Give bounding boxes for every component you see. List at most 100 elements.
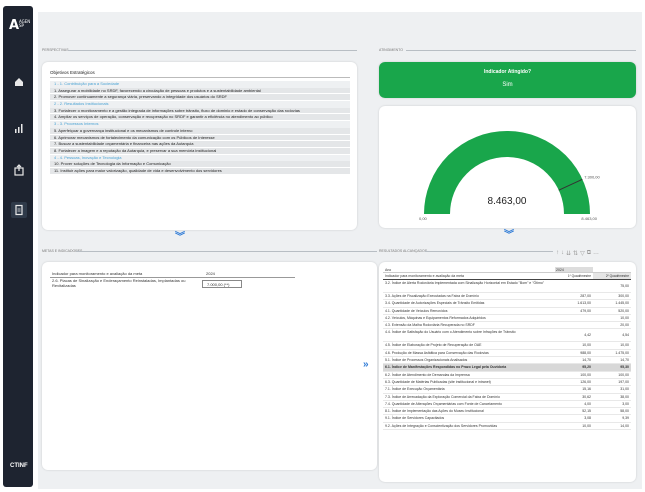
table-row[interactable]: 7.4. Quantidade de Alterações Orçamentár…: [383, 401, 631, 409]
value-q1: 479,00: [580, 308, 591, 313]
table-row[interactable]: 4.5. Índice de Elaboração de Projeto de …: [383, 342, 631, 350]
nav-home[interactable]: [11, 74, 27, 90]
value-q1: 95,20: [582, 365, 591, 370]
value-q2: 10,00: [620, 315, 629, 320]
export-icon: [14, 164, 24, 176]
objective-item[interactable]: 7. Buscar a sustentabilidade orçamentári…: [50, 141, 350, 148]
value-q2: 1.475,00: [615, 350, 629, 355]
value-q1: 988,00: [580, 350, 591, 355]
brand-label: CTINF: [10, 463, 28, 469]
objective-item[interactable]: 3. Fortalecer o monitoramento e a gestão…: [50, 107, 350, 115]
table-row[interactable]: 4.3. Extensão da Malha Rodoviária Recupe…: [383, 322, 631, 330]
value-q1: [555, 280, 593, 292]
divider: [76, 251, 377, 252]
table-row[interactable]: 3.2. Índice de Alerta Rodoviária Impleme…: [383, 280, 631, 293]
expand-icon[interactable]: ⇅: [573, 250, 578, 259]
objective-category[interactable]: 2 - 2. Resultados Institucionais: [50, 101, 350, 108]
table-header: Indicador para monitoramento e avaliação…: [50, 270, 295, 278]
nav-document[interactable]: [11, 202, 27, 218]
table-row[interactable]: 7.3. Índice de Arrecadação da Exploração…: [383, 394, 631, 401]
report-canvas: PERSPECTIVAS ATINGIMENTO Objetivos Estra…: [38, 12, 642, 489]
objective-item[interactable]: 2. Promover continuamente a segurança vi…: [50, 94, 350, 102]
table-row[interactable]: 4.1. Quantidade de Veículos Removidos 479…: [383, 308, 631, 315]
value-q2: 31,00: [620, 387, 629, 392]
value-q2: 4,54: [622, 333, 629, 338]
table-row[interactable]: 5.1. Índice de Processos Organizacionais…: [383, 357, 631, 365]
objective-category[interactable]: 4 - 4. Pessoas, Inovação e Tecnologia: [50, 154, 350, 162]
visual-toolbar: ↑ ↓ ⇊ ⇅ ▽ ⧉…: [556, 250, 599, 259]
table-row[interactable]: 4.6. Produção de Massa Asfáltica para Co…: [383, 350, 631, 358]
objective-category[interactable]: 1 - 1. Contribuição para a Sociedade: [50, 81, 350, 88]
table-row[interactable]: 4.4. Índice de Satisfação do Usuário com…: [383, 329, 631, 343]
value-q2: 58,00: [620, 409, 629, 414]
bar-chart-icon: [15, 124, 23, 133]
sort-down-icon[interactable]: ↓: [561, 250, 564, 259]
nav-reports[interactable]: [11, 120, 27, 136]
value-q2: 520,00: [618, 308, 629, 313]
value-q1: [555, 322, 593, 328]
chevron-down-icon: ︾: [504, 230, 514, 241]
objective-item[interactable]: 4. Ampliar os serviços de operação, cons…: [50, 114, 350, 122]
indicator-name: 4.3. Extensão da Malha Rodoviária Recupe…: [385, 323, 475, 328]
year-label: Ano: [385, 268, 392, 272]
indicator-name: 6.3. Quantidade de Matérias Publicadas (…: [385, 379, 491, 384]
indicator-name: 7.1. Índice de Execução Orçamentária: [385, 387, 445, 392]
table-row[interactable]: 2.6. Placas de Sinalização e Enderaçamen…: [50, 278, 295, 292]
gauge-max-label: 8.463,00: [581, 216, 597, 221]
section-perspectivas: PERSPECTIVAS: [42, 48, 69, 52]
indicator-name: 7.4. Quantidade de Alterações Orçamentár…: [385, 401, 502, 406]
indicator-achieved-value: Sim: [502, 82, 513, 88]
table-row[interactable]: 6.3. Quantidade de Matérias Publicadas (…: [383, 379, 631, 387]
divider: [425, 251, 553, 252]
objective-category[interactable]: 3 - 3. Processos Internos: [50, 121, 350, 128]
indicator-name: 7.3. Índice de Arrecadação da Exploração…: [385, 394, 500, 399]
gauge-min-label: 0,00: [419, 216, 428, 221]
table-row[interactable]: 7.1. Índice de Execução Orçamentária 15,1…: [383, 386, 631, 394]
column-header-q1[interactable]: 1º Quadrimestre: [555, 273, 593, 279]
table-row[interactable]: 6.1. Índice de Manifestações Respondidas…: [383, 364, 631, 372]
table-row[interactable]: 9.1. Índice de Servidores Capacitados 3,0…: [383, 415, 631, 423]
objectives-list: 1 - 1. Contribuição para a Sociedade 1. A…: [50, 81, 350, 175]
objective-item[interactable]: 6. Aprimorar mecanismos de fortaleciment…: [50, 134, 350, 142]
value-q1: 4,00: [584, 401, 591, 406]
value-q1: 14,70: [582, 358, 591, 363]
column-header-q2[interactable]: 2º Quadrimestre: [593, 273, 631, 279]
results-table: Ano 2024 Indicador para monitoramento e …: [383, 267, 631, 431]
objective-item[interactable]: 8. Fortalecer a imagem e a reputação da …: [50, 147, 350, 155]
focus-icon[interactable]: ⧉: [587, 250, 591, 259]
drill-down-icon[interactable]: ⇊: [566, 250, 571, 259]
sort-up-icon[interactable]: ↑: [556, 250, 559, 259]
logo: A AGEN SP: [9, 18, 31, 33]
gauge-target-label: 7.300,00: [584, 174, 600, 179]
table-row[interactable]: 9.2. Ações de Integração e Conscientizaç…: [383, 423, 631, 431]
indicator-name: 9.1. Índice de Servidores Capacitados: [385, 416, 445, 421]
objective-item[interactable]: 11. Instituir ações para maior valorizaç…: [50, 167, 350, 175]
indicator-achieved-title: Indicador Atingido?: [483, 69, 532, 75]
section-resultados: RESULTADOS ALCANÇADOS: [379, 249, 428, 253]
value-q1: 100,00: [580, 372, 591, 377]
nav-export[interactable]: [11, 162, 27, 178]
objective-item[interactable]: 5. Aperfeiçoar a governança instituciona…: [50, 127, 350, 135]
table-row[interactable]: 8.1. Índice de Implementação das Ações d…: [383, 408, 631, 416]
section-atingimento: ATINGIMENTO: [379, 48, 403, 52]
table-row[interactable]: 4.2. Veículos, Máquinas e Equipamentos R…: [383, 315, 631, 323]
value-q1: 4,42: [584, 333, 591, 338]
table-row[interactable]: 6.2. Índice de Atendimento de Demandas d…: [383, 372, 631, 379]
value-q2: 75,00: [620, 284, 629, 288]
more-icon[interactable]: …: [593, 250, 599, 259]
table-row[interactable]: 3.4. Quantidade de Autorizações Especiai…: [383, 300, 631, 308]
indicator-name: 4.6. Produção de Massa Asfáltica para Co…: [385, 350, 489, 355]
table-row[interactable]: 3.3. Ações de Fiscalização Executadas na…: [383, 293, 631, 301]
value-q2: 3,00: [622, 401, 629, 406]
value-q2: 1.445,00: [615, 301, 629, 306]
objective-item[interactable]: 10. Prover soluções de Tecnologia da Inf…: [50, 161, 350, 168]
divider: [406, 50, 636, 51]
filter-icon[interactable]: ▽: [580, 250, 585, 259]
indicator-name: 9.2. Ações de Integração e Conscientizaç…: [385, 423, 498, 428]
chevron-right-icon: »: [363, 359, 369, 370]
value-q1: 10,00: [582, 423, 591, 428]
objective-item[interactable]: 1. Assegurar a mobilidade no SRDF, favor…: [50, 87, 350, 95]
gauge-card: 8.463,00 0,00 8.463,00 7.300,00: [379, 106, 636, 228]
monitoring-card: Indicador para monitoramento e avaliação…: [42, 262, 377, 470]
indicator-name: 2.6. Placas de Sinalização e Enderaçamen…: [52, 278, 186, 288]
